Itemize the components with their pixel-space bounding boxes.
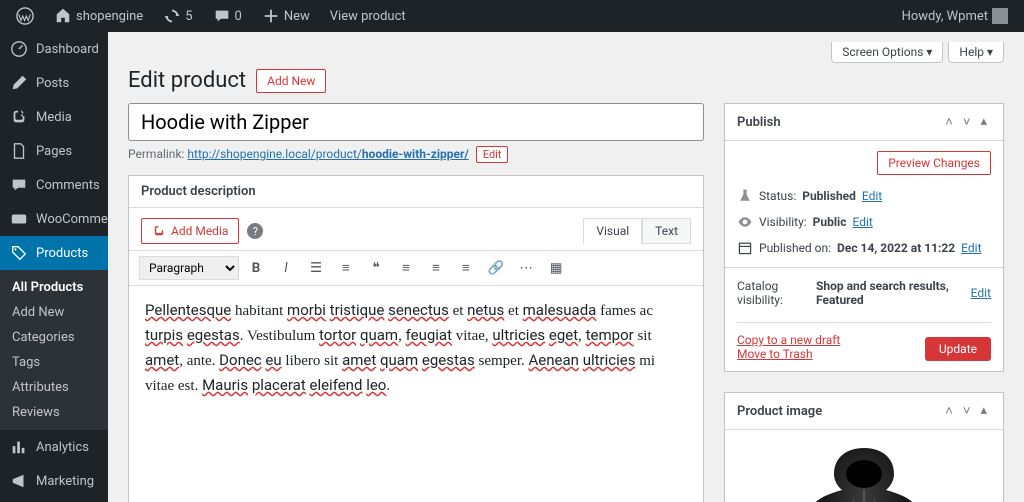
- edit-date-link[interactable]: Edit: [961, 241, 981, 255]
- view-product[interactable]: View product: [322, 0, 414, 32]
- content-area: Screen Options ▾ Help ▾ Edit product Add…: [108, 32, 1024, 502]
- edit-slug-button[interactable]: Edit: [476, 146, 509, 163]
- avatar-icon: [992, 8, 1008, 24]
- move-trash-link[interactable]: Move to Trash: [737, 347, 840, 361]
- menu-analytics[interactable]: Analytics: [0, 430, 108, 464]
- editor-toolbar: Paragraph B I ☰ ≡ ❝ ≡ ≡ ≡ 🔗 ⋯ ▦: [129, 250, 703, 285]
- admin-topbar: shopengine 5 0 New View product Howdy, W…: [0, 0, 1024, 32]
- align-right-button[interactable]: ≡: [453, 255, 479, 281]
- panel-down-icon[interactable]: ˅: [959, 401, 975, 421]
- comments[interactable]: 0: [205, 0, 250, 32]
- menu-pages[interactable]: Pages: [0, 134, 108, 168]
- menu-marketing[interactable]: Marketing: [0, 464, 108, 498]
- visual-tab[interactable]: Visual: [583, 218, 642, 244]
- help-button[interactable]: Help ▾: [948, 42, 1004, 63]
- menu-dashboard[interactable]: Dashboard: [0, 32, 108, 66]
- text-tab[interactable]: Text: [642, 218, 691, 244]
- product-image[interactable]: [725, 430, 1003, 502]
- menu-elementor[interactable]: Elementor: [0, 498, 108, 502]
- edit-visibility-link[interactable]: Edit: [852, 215, 872, 229]
- submenu-categories[interactable]: Categories: [0, 325, 108, 350]
- product-image-title: Product image: [737, 404, 822, 419]
- publish-title: Publish: [737, 115, 781, 130]
- admin-sidebar: Dashboard Posts Media Pages Comments Woo…: [0, 32, 108, 502]
- copy-draft-link[interactable]: Copy to a new draft: [737, 333, 840, 347]
- hoodie-icon: [784, 440, 944, 502]
- format-select[interactable]: Paragraph: [139, 256, 239, 280]
- menu-products[interactable]: Products: [0, 236, 108, 270]
- submenu-add-new[interactable]: Add New: [0, 300, 108, 325]
- description-panel-title: Product description: [141, 184, 256, 199]
- panel-down-icon[interactable]: ˅: [959, 112, 975, 132]
- submenu-attributes[interactable]: Attributes: [0, 375, 108, 400]
- toolbar-toggle-button[interactable]: ▦: [543, 255, 569, 281]
- published-row: Published on: Dec 14, 2022 at 11:22 Edit: [737, 235, 991, 261]
- status-row: Status: Published Edit: [737, 183, 991, 209]
- description-panel: Product description Add Media ? Visual T…: [128, 175, 704, 502]
- editor-content[interactable]: Pellentesque habitant morbi tristique se…: [129, 285, 703, 502]
- catalog-row: Catalog visibility: Shop and search resu…: [737, 274, 991, 312]
- updates[interactable]: 5: [155, 0, 200, 32]
- screen-options-button[interactable]: Screen Options ▾: [831, 42, 943, 63]
- update-button[interactable]: Update: [925, 337, 991, 361]
- add-new-button[interactable]: Add New: [256, 69, 326, 93]
- more-button[interactable]: ⋯: [513, 255, 539, 281]
- page-title: Edit product: [128, 68, 246, 93]
- align-center-button[interactable]: ≡: [423, 255, 449, 281]
- menu-posts[interactable]: Posts: [0, 66, 108, 100]
- help-icon[interactable]: ?: [247, 223, 263, 239]
- permalink-row: Permalink: http://shopengine.local/produ…: [128, 147, 704, 161]
- link-button[interactable]: 🔗: [483, 255, 509, 281]
- menu-media[interactable]: Media: [0, 100, 108, 134]
- site-name[interactable]: shopengine: [46, 0, 151, 32]
- preview-changes-button[interactable]: Preview Changes: [877, 151, 991, 175]
- panel-toggle-icon[interactable]: ▴: [976, 401, 991, 421]
- number-list-button[interactable]: ≡: [333, 255, 359, 281]
- submenu-tags[interactable]: Tags: [0, 350, 108, 375]
- submenu-all-products[interactable]: All Products: [0, 275, 108, 300]
- publish-panel: Publish ˄˅▴ Preview Changes Status: Publ…: [724, 103, 1004, 372]
- my-account[interactable]: Howdy, Wpmet: [894, 0, 1016, 32]
- product-title-input[interactable]: [128, 103, 704, 141]
- submenu-reviews[interactable]: Reviews: [0, 400, 108, 425]
- menu-comments[interactable]: Comments: [0, 168, 108, 202]
- bullet-list-button[interactable]: ☰: [303, 255, 329, 281]
- panel-toggle-icon[interactable]: ▴: [976, 112, 991, 132]
- italic-button[interactable]: I: [273, 255, 299, 281]
- wp-logo[interactable]: [8, 0, 42, 32]
- bold-button[interactable]: B: [243, 255, 269, 281]
- add-media-button[interactable]: Add Media: [141, 218, 239, 244]
- quote-button[interactable]: ❝: [363, 255, 389, 281]
- edit-status-link[interactable]: Edit: [862, 189, 882, 203]
- products-submenu: All Products Add New Categories Tags Att…: [0, 270, 108, 430]
- product-image-panel: Product image ˄˅▴ ?: [724, 392, 1004, 502]
- panel-up-icon[interactable]: ˄: [941, 112, 957, 132]
- align-left-button[interactable]: ≡: [393, 255, 419, 281]
- edit-catalog-link[interactable]: Edit: [971, 286, 991, 300]
- menu-woocommerce[interactable]: WooCommerce: [0, 202, 108, 236]
- permalink-link[interactable]: http://shopengine.local/product/hoodie-w…: [187, 147, 468, 161]
- visibility-row: Visibility: Public Edit: [737, 209, 991, 235]
- panel-up-icon[interactable]: ˄: [941, 401, 957, 421]
- new-content[interactable]: New: [254, 0, 318, 32]
